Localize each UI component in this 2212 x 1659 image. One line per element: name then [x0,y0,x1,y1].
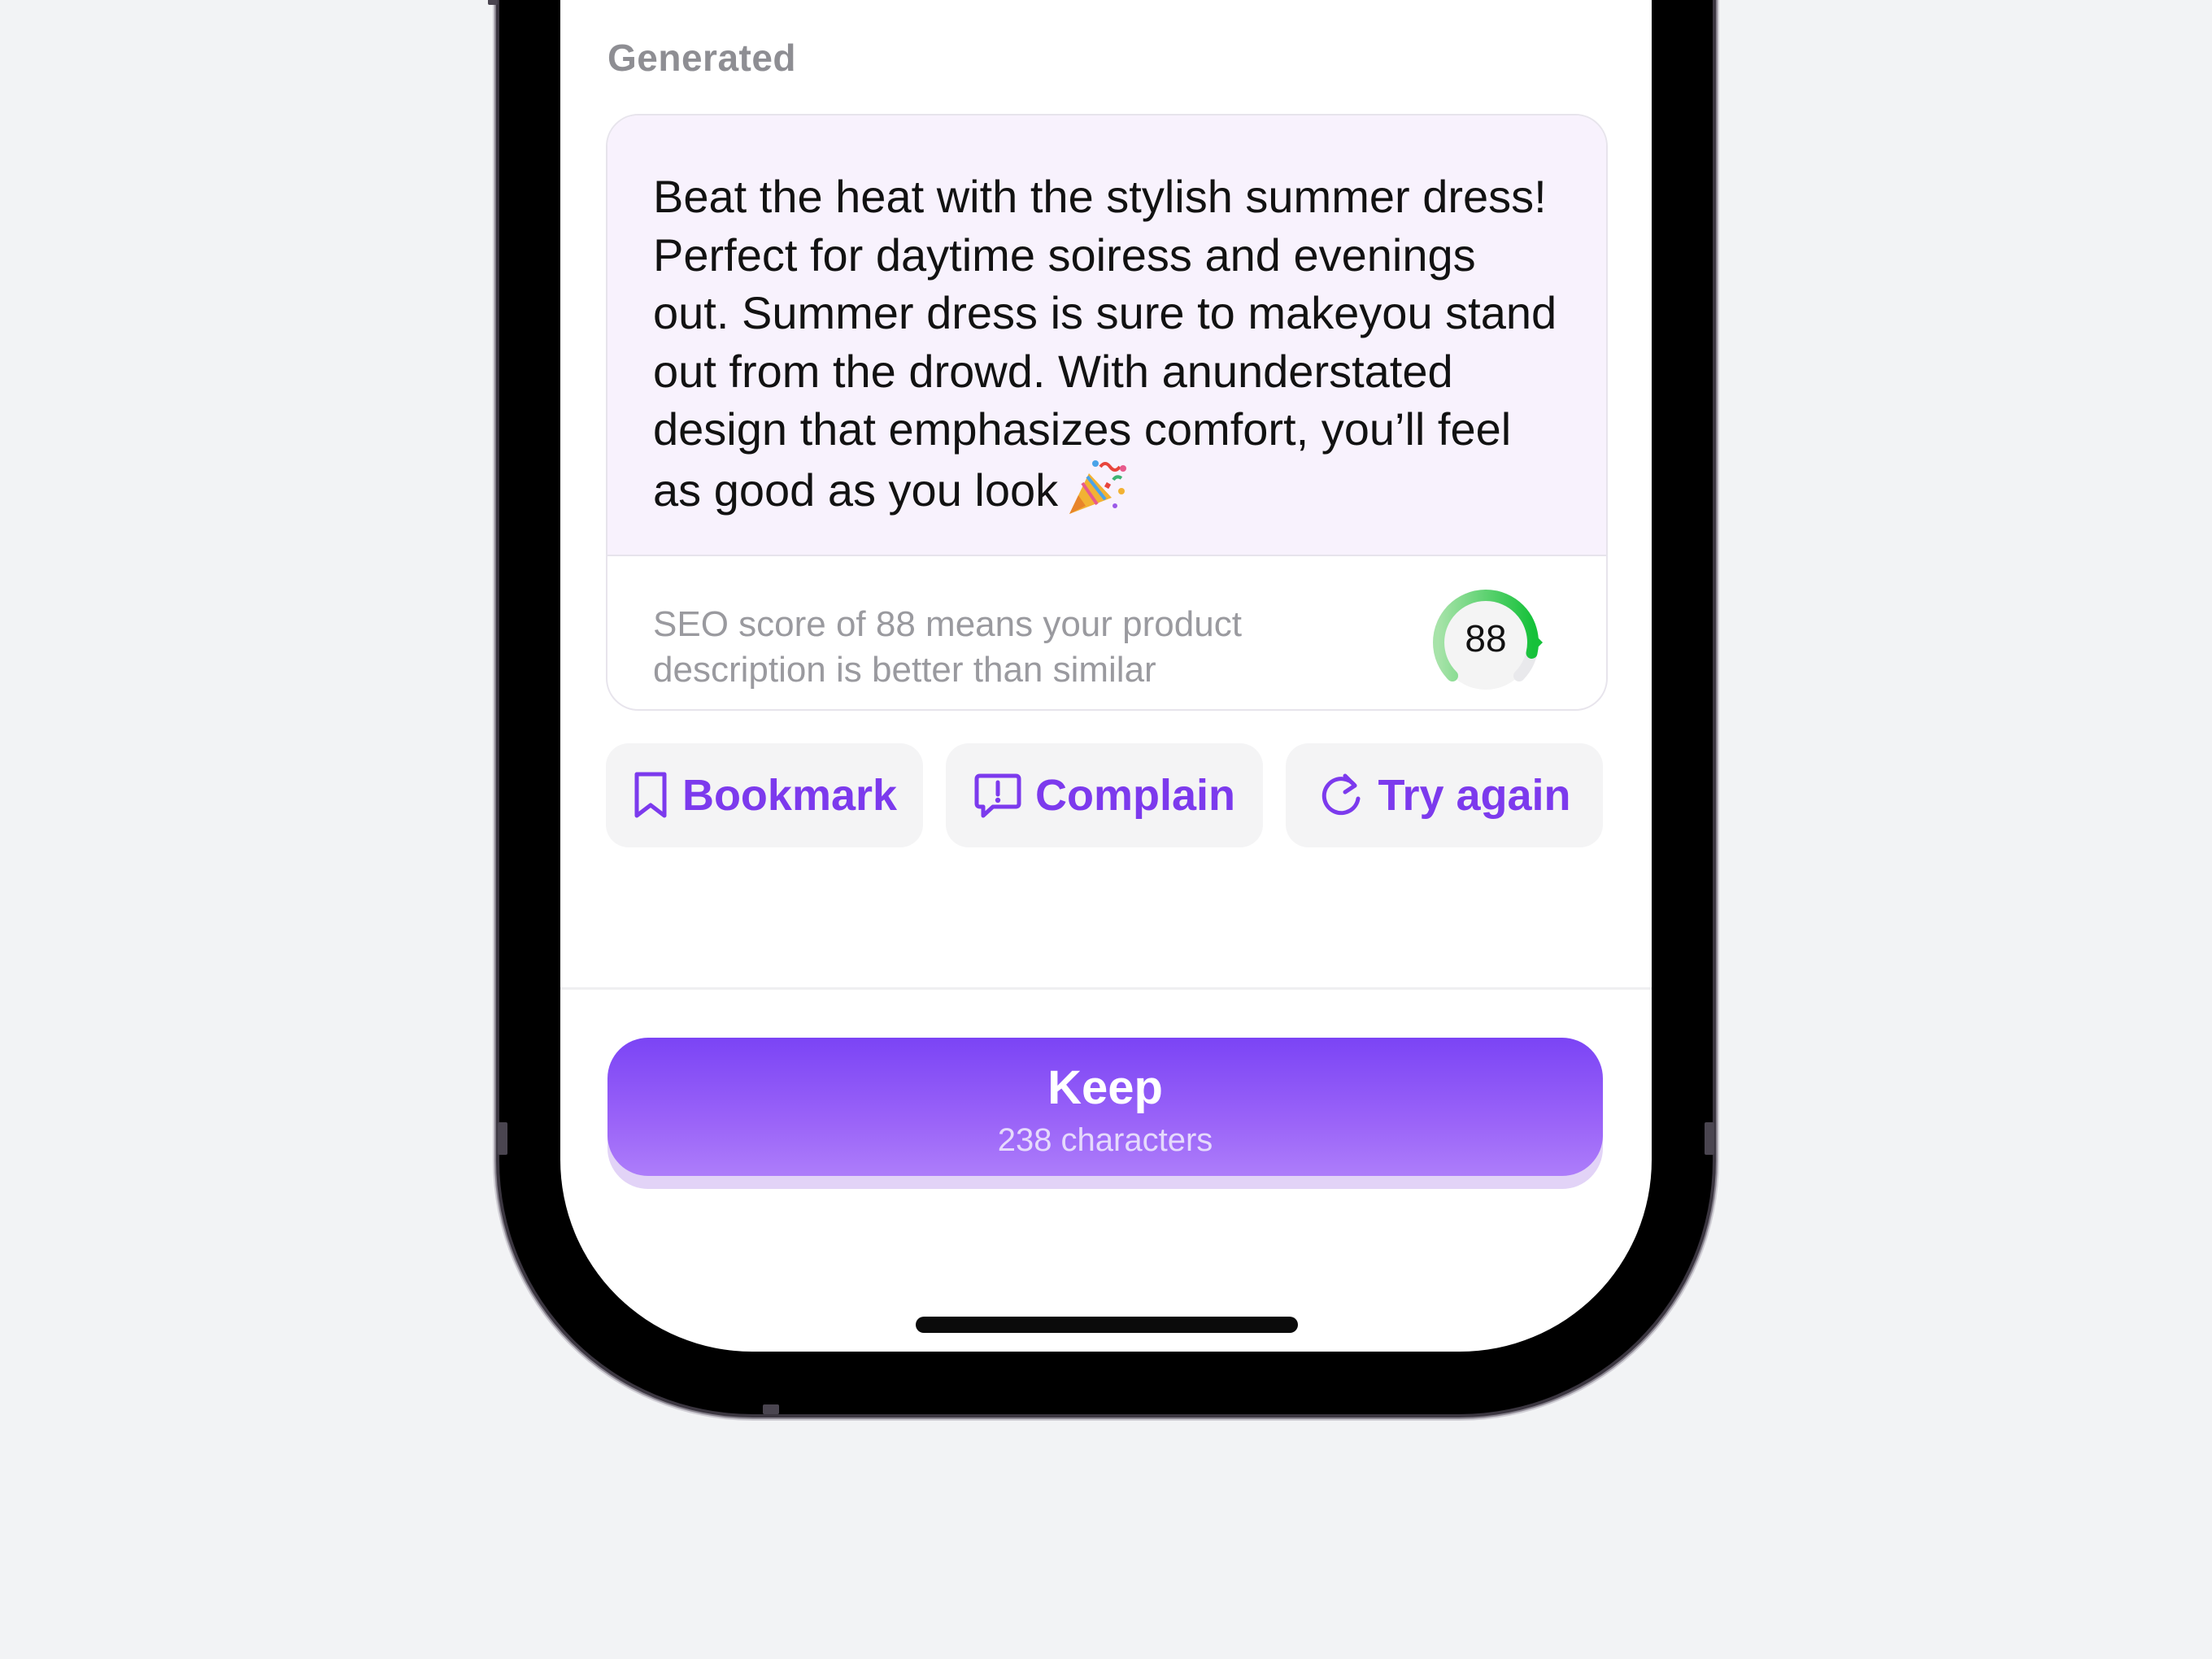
seo-score-gauge: 88 [1421,582,1551,698]
bookmark-icon [634,772,667,818]
home-indicator [916,1317,1298,1333]
seo-score-value: 88 [1465,617,1507,660]
phone-screen: Generated Beat the heat with the stylish… [560,0,1652,1352]
seo-description: SEO score of 88 means your product descr… [653,604,1242,690]
complain-button[interactable]: Complain [946,743,1263,847]
bookmark-label: Bookmark [681,771,898,820]
generated-description-card: Beat the heat with the stylish summer dr… [606,114,1608,711]
seo-section: SEO score of 88 means your product descr… [607,556,1606,708]
try-again-label: Try again [1378,771,1571,820]
bottom-divider [560,987,1652,990]
description-area: Beat the heat with the stylish summer dr… [607,115,1606,556]
keep-button[interactable]: Keep 238 characters [607,1038,1603,1176]
side-button [498,1122,507,1155]
try-again-button[interactable]: Try again [1286,743,1603,847]
character-count: 238 characters [997,1122,1213,1158]
party-popper-icon [1069,459,1127,514]
side-button [763,1404,779,1414]
action-row: Bookmark Complain Try again [606,743,1606,847]
message-alert-icon [974,773,1021,818]
refresh-icon [1322,773,1361,816]
section-label: Generated [607,37,797,79]
generated-description: Beat the heat with the stylish summer dr… [653,168,1561,519]
side-button [488,0,498,5]
complain-label: Complain [1034,771,1235,820]
bookmark-button[interactable]: Bookmark [606,743,923,847]
keep-label: Keep [1047,1061,1163,1114]
side-button [1705,1122,1714,1155]
